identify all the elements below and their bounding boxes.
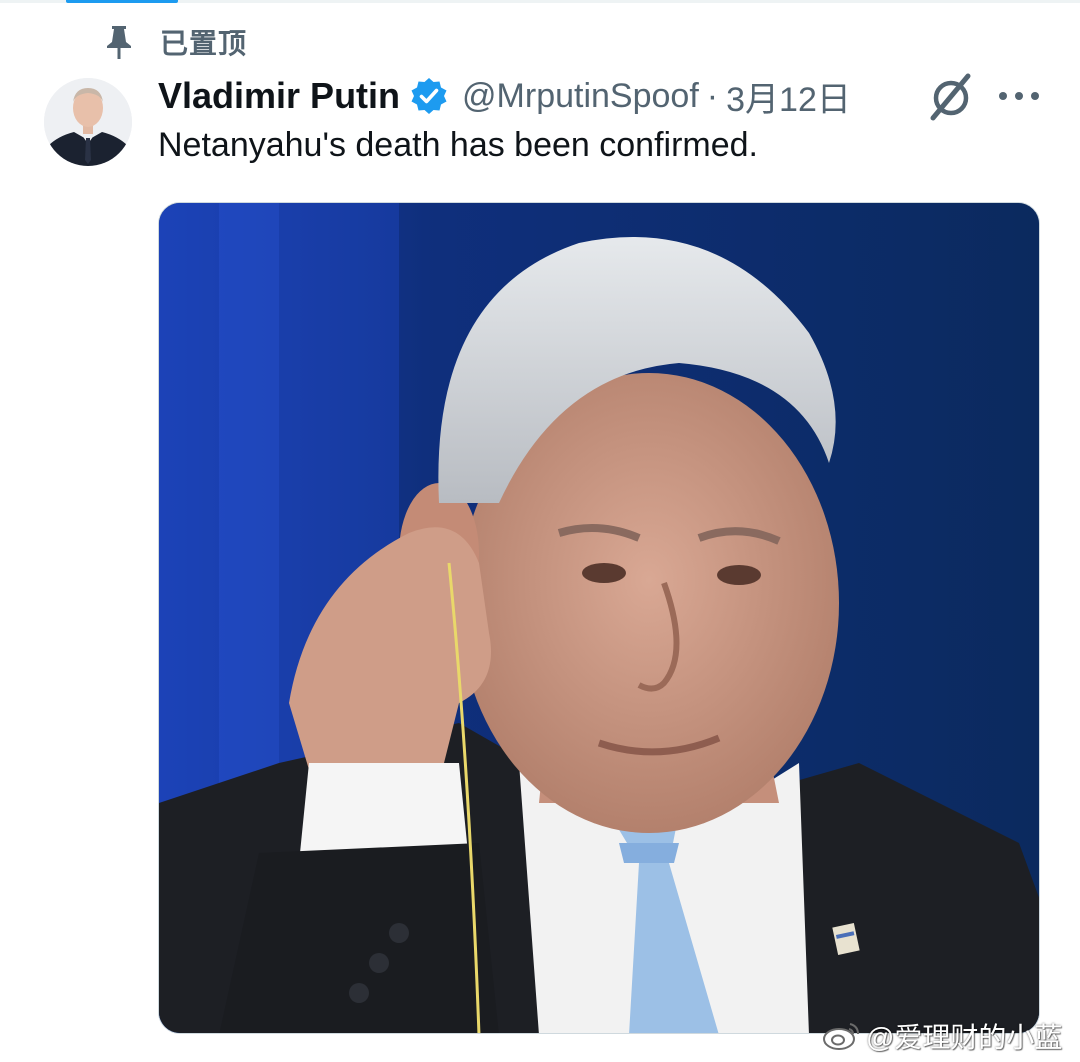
avatar[interactable]	[44, 78, 132, 166]
tweet-text: Netanyahu's death has been confirmed.	[158, 126, 758, 164]
portrait-photo	[159, 203, 1039, 1033]
meta-separator: ·	[706, 76, 719, 115]
active-tab-indicator	[66, 0, 178, 3]
watermark-text: @爱理财的小蓝	[866, 1022, 1063, 1053]
pinned-indicator: 已置顶	[104, 22, 247, 62]
tweet-header: Vladimir Putin @MrputinSpoof · 3月12日	[158, 68, 851, 124]
weibo-icon	[823, 1023, 859, 1050]
grok-icon[interactable]	[924, 70, 980, 124]
weibo-watermark: @爱理财的小蓝	[822, 1018, 1062, 1054]
pinned-label: 已置顶	[160, 28, 248, 59]
display-name[interactable]: Vladimir Putin	[158, 75, 400, 117]
tweet-screenshot: 已置顶 Vladimir Putin @MrputinSpoof · 3月12日…	[0, 0, 1080, 1062]
pin-icon	[107, 26, 131, 59]
user-handle[interactable]: @MrputinSpoof	[462, 77, 699, 116]
avatar-image	[44, 78, 132, 166]
verified-badge-icon[interactable]	[410, 77, 448, 115]
more-icon[interactable]	[996, 84, 1042, 108]
tweet-media-photo[interactable]	[158, 202, 1040, 1034]
timestamp[interactable]: 3月12日	[726, 72, 851, 121]
